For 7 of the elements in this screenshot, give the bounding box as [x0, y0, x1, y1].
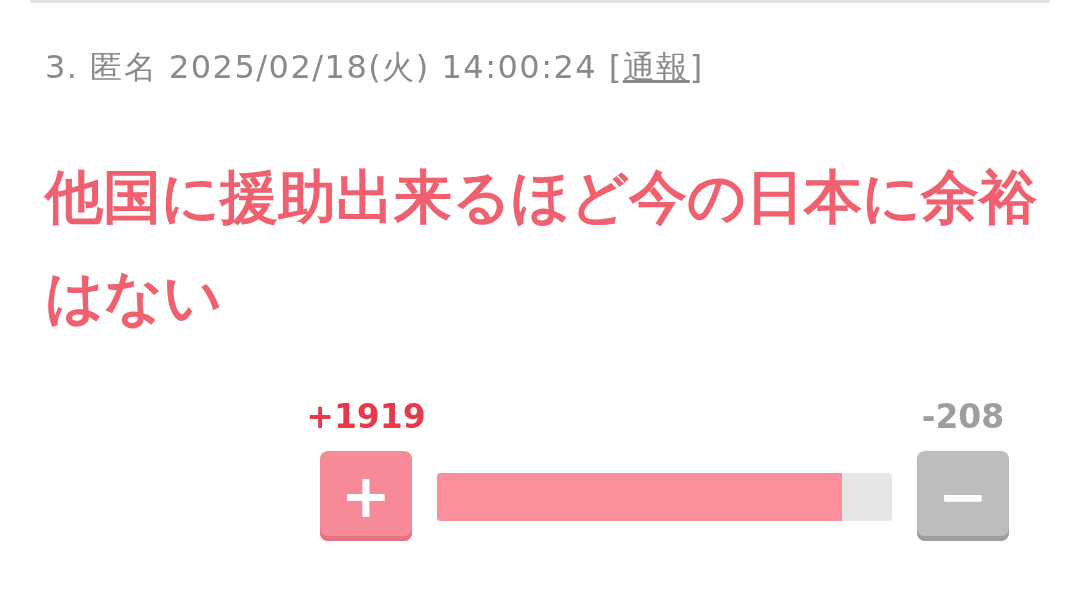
comment-meta: 3. 匿名 2025/02/18(火) 14:00:24 [通報] — [45, 47, 705, 87]
plus-button[interactable]: + — [320, 451, 412, 541]
minus-count: -208 — [921, 397, 1005, 437]
comment-text: 他国に援助出来るほど今の日本に余裕はない — [45, 162, 1038, 333]
minus-button[interactable]: − — [917, 451, 1009, 541]
report-link[interactable]: 通報 — [622, 48, 690, 86]
plus-count: +1919 — [306, 397, 426, 437]
